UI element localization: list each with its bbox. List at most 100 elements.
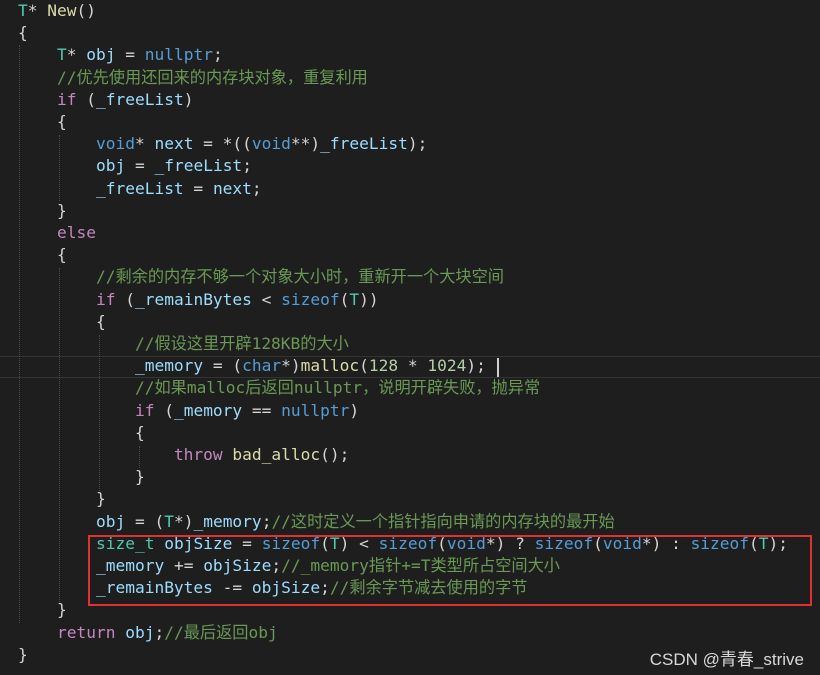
code-token: _memory (134, 356, 204, 376)
code-token: ; (154, 622, 165, 642)
code-token: nullptr (281, 400, 350, 420)
code-token: T (18, 1, 28, 20)
code-token: { (18, 23, 28, 43)
code-token: < (251, 289, 282, 309)
code-line[interactable]: else (18, 222, 96, 244)
code-token: //假设这里开辟128KB的大小 (134, 334, 349, 353)
code-token: *) (173, 511, 194, 531)
code-token: ( (339, 289, 350, 309)
code-token: ) (183, 89, 194, 109)
code-token: //这时定义一个指针指向申请的内存块的最开始 (271, 511, 615, 531)
code-token: } (18, 600, 67, 620)
code-token: ) (349, 400, 360, 420)
code-token: } (18, 489, 106, 509)
code-token: obj (86, 45, 116, 65)
code-token: * (27, 1, 48, 20)
code-token: { (18, 311, 106, 331)
code-line[interactable]: } (18, 488, 106, 510)
code-editor[interactable]: T* New(){ T* obj = nullptr; //优先使用还回来的内存… (0, 0, 820, 675)
code-token: ( (359, 356, 369, 376)
code-line[interactable]: T* New() (18, 0, 96, 22)
code-token: } (18, 467, 145, 487)
code-token: () (76, 1, 97, 20)
code-token: ( (115, 289, 135, 309)
code-token: New (47, 1, 77, 20)
code-token: ; (212, 45, 223, 65)
code-token: { (18, 245, 67, 265)
code-token: nullptr (144, 45, 213, 65)
code-token: sizeof (281, 289, 340, 309)
code-token: )) (359, 289, 379, 309)
code-token: obj (125, 622, 155, 642)
code-line[interactable]: return obj;//最后返回obj (18, 622, 278, 644)
code-line[interactable]: { (18, 22, 28, 44)
code-token: _remainBytes (134, 289, 252, 309)
code-token: ( (154, 400, 174, 420)
code-token: char (242, 356, 282, 376)
code-line[interactable]: } (18, 466, 145, 488)
code-line[interactable]: { (18, 422, 145, 444)
code-token: * (134, 134, 155, 154)
code-token: = *(( (193, 134, 252, 154)
code-line[interactable]: obj = _freeList; (18, 155, 252, 177)
code-token: *) (281, 356, 301, 376)
code-line[interactable]: if (_remainBytes < sizeof(T)) (18, 289, 379, 311)
watermark: CSDN @青春_strive (649, 650, 804, 669)
code-line[interactable]: { (18, 111, 67, 133)
code-token: if (95, 289, 116, 309)
code-token: * (66, 45, 87, 65)
code-token: 128 (368, 356, 399, 376)
code-line[interactable]: } (18, 200, 67, 222)
code-token: **) (290, 134, 321, 154)
code-token: T (56, 45, 67, 65)
code-line[interactable]: throw bad_alloc(); (18, 444, 349, 466)
code-token: ; (251, 178, 262, 198)
code-line[interactable]: _freeList = next; (18, 178, 262, 200)
code-token: ( (76, 89, 96, 109)
code-line[interactable]: _memory = (char*)malloc(128 * 1024); (18, 355, 486, 377)
code-token: bad_alloc (232, 445, 321, 464)
code-token: //如果malloc后返回nullptr，说明开辟失败，抛异常 (134, 378, 541, 398)
code-token: void (251, 134, 291, 154)
code-line[interactable]: //假设这里开辟128KB的大小 (18, 333, 349, 355)
code-line[interactable]: //优先使用还回来的内存块对象，重复利用 (18, 67, 368, 89)
code-token: = ( (203, 356, 243, 376)
code-line[interactable]: { (18, 311, 106, 333)
code-token: 1024 (427, 356, 467, 376)
code-token: if (56, 89, 77, 109)
code-token: = (115, 45, 145, 65)
code-token: T (349, 289, 360, 309)
code-token: * (398, 356, 428, 376)
code-token: { (18, 112, 67, 131)
code-token: (); (320, 445, 350, 464)
code-line[interactable]: //剩余的内存不够一个对象大小时，重新开一个大块空间 (18, 266, 504, 288)
code-line[interactable]: obj = (T*)_memory;//这时定义一个指针指向申请的内存块的最开始 (18, 511, 615, 533)
code-line[interactable]: if (_memory == nullptr) (18, 400, 359, 422)
code-line[interactable]: } (18, 599, 67, 621)
code-token: _freeList (320, 134, 408, 154)
code-line[interactable]: T* obj = nullptr; (18, 44, 223, 66)
code-token: == (242, 400, 282, 420)
code-token: //剩余的内存不够一个对象大小时，重新开一个大块空间 (95, 267, 504, 287)
code-token: if (134, 400, 155, 420)
code-token: next (212, 178, 252, 198)
code-line[interactable]: void* next = *((void**)_freeList); (18, 133, 427, 155)
code-line[interactable]: if (_freeList) (18, 89, 193, 111)
code-line[interactable]: { (18, 244, 67, 266)
code-line[interactable]: } (18, 644, 28, 666)
code-line[interactable]: //如果malloc后返回nullptr，说明开辟失败，抛异常 (18, 377, 540, 399)
code-token: return (56, 622, 116, 642)
code-token: void (95, 134, 135, 154)
